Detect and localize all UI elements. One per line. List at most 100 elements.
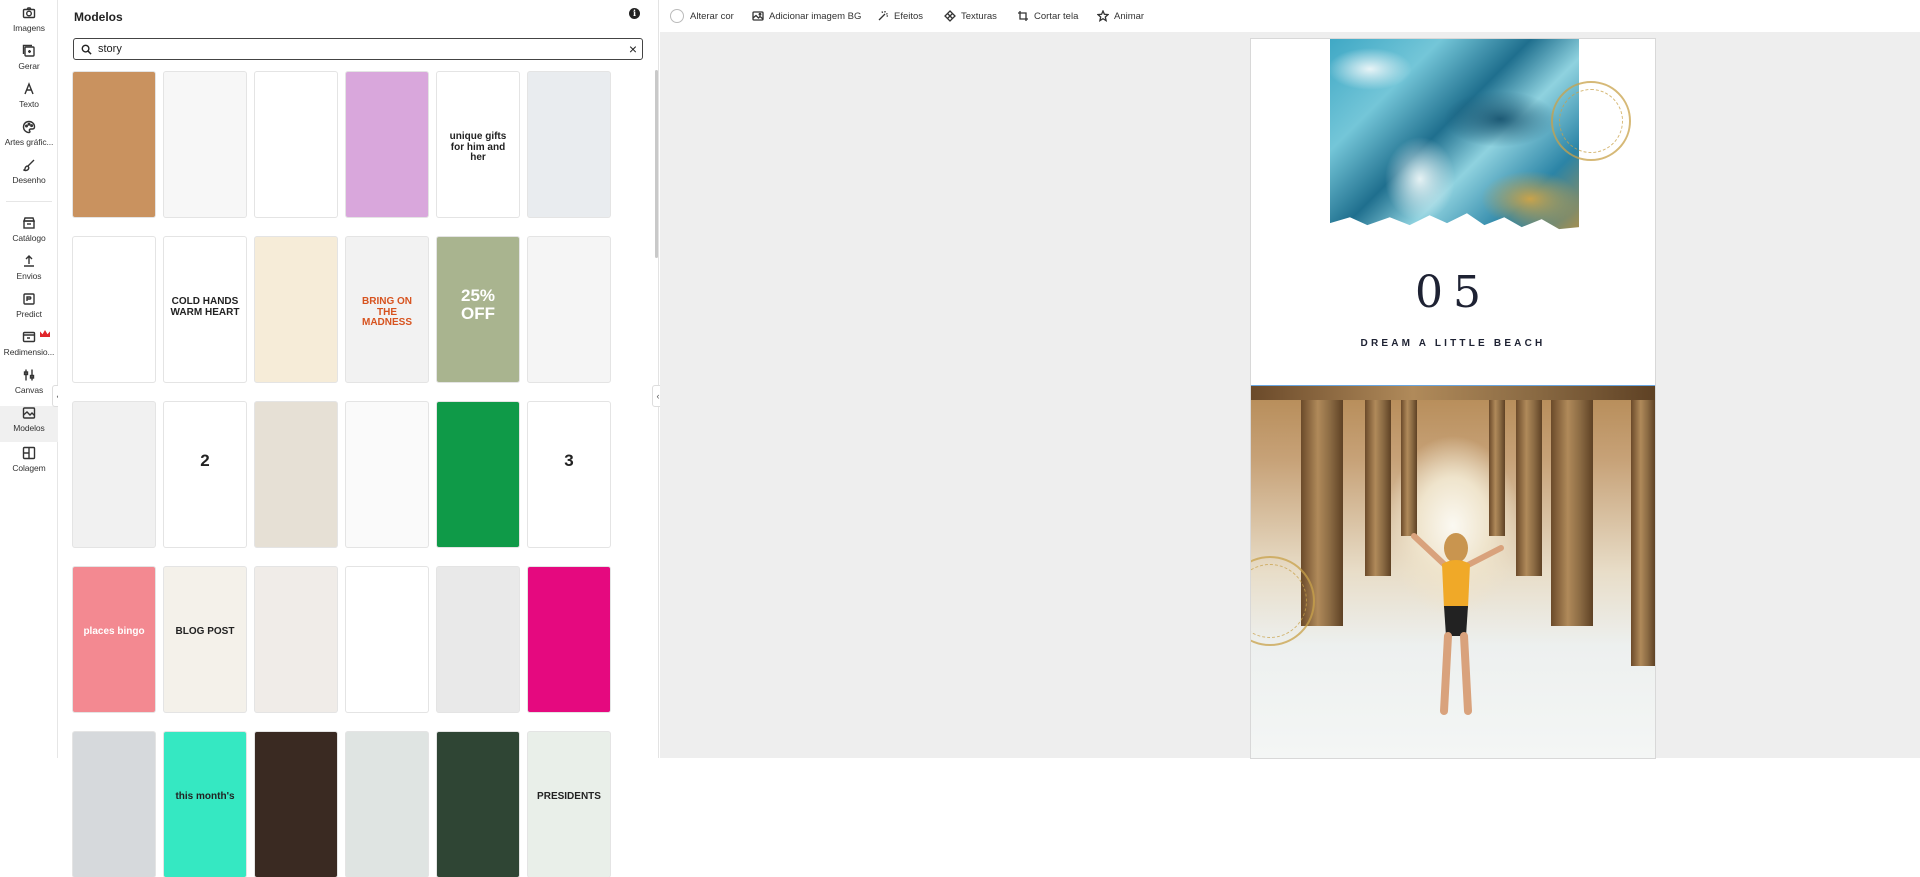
template-thumbnail[interactable]: BLOG POST	[164, 567, 246, 712]
image-add-icon	[752, 11, 764, 21]
effects-label: Efeitos	[894, 10, 924, 22]
template-thumbnail[interactable]: unique gifts for him and her	[437, 72, 519, 217]
nav-item-predict[interactable]: Predict	[0, 292, 58, 328]
template-thumbnail[interactable]: PRESIDENTS	[528, 732, 610, 877]
template-thumbnail[interactable]	[437, 402, 519, 547]
template-thumbnail[interactable]	[255, 567, 337, 712]
brush-icon	[23, 159, 35, 172]
nav-item-label: Artes gráfic...	[4, 137, 54, 147]
change-color-button[interactable]: Alterar cor	[670, 9, 734, 23]
pier-pillar	[1631, 386, 1655, 666]
template-thumbnail-text: 25% OFF	[460, 286, 496, 323]
pier-deck	[1251, 386, 1655, 400]
generate-icon	[22, 44, 35, 57]
template-thumbnail[interactable]	[528, 237, 610, 382]
beach-pier-photo[interactable]	[1251, 385, 1655, 758]
textures-button[interactable]: Texturas	[944, 9, 997, 23]
template-thumbnail-text: BRING ON THE MADNESS	[361, 296, 412, 328]
template-thumbnail[interactable]: BRING ON THE MADNESS	[346, 237, 428, 382]
collage-icon	[22, 446, 36, 460]
woman-figure	[1411, 533, 1504, 715]
nav-item-colagem[interactable]: Colagem	[0, 446, 58, 482]
template-thumbnail-text: this month's	[175, 791, 235, 802]
nav-item-envios[interactable]: Envios	[0, 254, 58, 290]
template-thumbnail[interactable]	[528, 567, 610, 712]
marble-image[interactable]	[1330, 39, 1579, 230]
templates-icon	[22, 407, 36, 419]
nav-item-gerar[interactable]: Gerar	[0, 44, 58, 80]
nav-item-label: Modelos	[13, 423, 45, 433]
template-thumbnail[interactable]	[73, 732, 155, 877]
template-thumbnail-text: COLD HANDS WARM HEART	[170, 296, 240, 318]
template-thumbnail[interactable]	[437, 567, 519, 712]
template-thumbnail[interactable]	[346, 402, 428, 547]
search-icon	[81, 44, 92, 55]
template-thumbnail[interactable]	[73, 237, 155, 382]
template-thumbnail[interactable]	[255, 732, 337, 877]
nav-item-desenho[interactable]: Desenho	[0, 158, 58, 194]
animate-button[interactable]: Animar	[1097, 9, 1144, 23]
nav-item-label: Colagem	[12, 463, 46, 473]
template-thumbnail[interactable]	[164, 72, 246, 217]
nav-item-canvas[interactable]: Canvas	[0, 368, 58, 404]
template-thumbnail[interactable]	[255, 237, 337, 382]
animate-star-icon	[1097, 10, 1109, 22]
template-thumbnail[interactable]: 25% OFF	[437, 237, 519, 382]
template-thumbnail[interactable]: 2	[164, 402, 246, 547]
nav-item-catalogo[interactable]: Catálogo	[0, 216, 58, 252]
search-input[interactable]	[98, 41, 608, 57]
canvas-tagline-text[interactable]: DREAM A LITTLE BEACH	[1251, 338, 1655, 349]
crop-canvas-button[interactable]: Cortar tela	[1017, 9, 1078, 23]
sliders-icon	[23, 369, 35, 381]
design-page[interactable]: 05 DREAM A LITTLE BEACH	[1251, 39, 1655, 758]
postmark-stamp-graphic[interactable]	[1551, 81, 1631, 161]
animate-label: Animar	[1114, 10, 1145, 22]
template-thumbnail[interactable]: COLD HANDS WARM HEART	[164, 237, 246, 382]
search-box: ×	[73, 38, 643, 60]
pier-pillar	[1401, 396, 1417, 536]
nav-item-label: Redimensio...	[3, 347, 55, 357]
add-background-image-button[interactable]: Adicionar imagem BG	[752, 9, 861, 23]
template-thumbnail[interactable]	[346, 567, 428, 712]
clear-search-icon[interactable]: ×	[629, 41, 637, 57]
nav-item-texto[interactable]: Texto	[0, 82, 58, 118]
canvas-workspace[interactable]: 05 DREAM A LITTLE BEACH	[660, 33, 1920, 758]
panel-title: Modelos	[74, 10, 123, 24]
nav-item-label: Canvas	[14, 385, 44, 395]
pier-pillar	[1551, 386, 1593, 626]
nav-item-label: Gerar	[18, 61, 40, 71]
info-icon[interactable]: i	[629, 8, 640, 19]
nav-item-label: Desenho	[12, 175, 46, 185]
canvas-number-text[interactable]: 05	[1251, 267, 1655, 318]
template-thumbnail[interactable]	[528, 72, 610, 217]
color-swatch-icon	[670, 9, 684, 23]
crop-canvas-label: Cortar tela	[1034, 10, 1079, 22]
predict-icon	[23, 293, 35, 305]
template-thumbnail[interactable]	[73, 72, 155, 217]
resize-icon	[22, 331, 36, 343]
template-thumbnail-text: PRESIDENTS	[537, 791, 601, 802]
template-thumbnail-text: unique gifts for him and her	[449, 131, 507, 163]
template-thumbnail[interactable]	[255, 72, 337, 217]
pier-pillar	[1365, 386, 1391, 576]
template-thumbnail[interactable]: 3	[528, 402, 610, 547]
template-thumbnail[interactable]	[346, 72, 428, 217]
templates-panel: Modelos i × unique gifts for him and her…	[58, 0, 659, 877]
template-thumbnail[interactable]: this month's	[164, 732, 246, 877]
text-icon	[24, 82, 34, 95]
nav-item-imagens[interactable]: Imagens	[0, 6, 58, 42]
template-thumbnail[interactable]	[346, 732, 428, 877]
nav-item-artes-graficas[interactable]: Artes gráfic...	[0, 120, 58, 156]
nav-item-label: Catálogo	[12, 233, 46, 243]
panel-scrollbar[interactable]	[655, 70, 658, 258]
effects-button[interactable]: Efeitos	[877, 9, 923, 23]
crop-icon	[1018, 11, 1028, 21]
template-thumbnail-text: 2	[200, 451, 210, 470]
template-thumbnail[interactable]	[255, 402, 337, 547]
template-thumbnail[interactable]	[73, 402, 155, 547]
nav-rail: Imagens Gerar Texto Artes gráfic... Dese…	[0, 0, 64, 758]
nav-item-modelos[interactable]: Modelos	[0, 406, 58, 442]
template-thumbnail[interactable]: places bingo	[73, 567, 155, 712]
template-thumbnail[interactable]	[437, 732, 519, 877]
template-thumbnail-text: BLOG POST	[175, 626, 235, 637]
